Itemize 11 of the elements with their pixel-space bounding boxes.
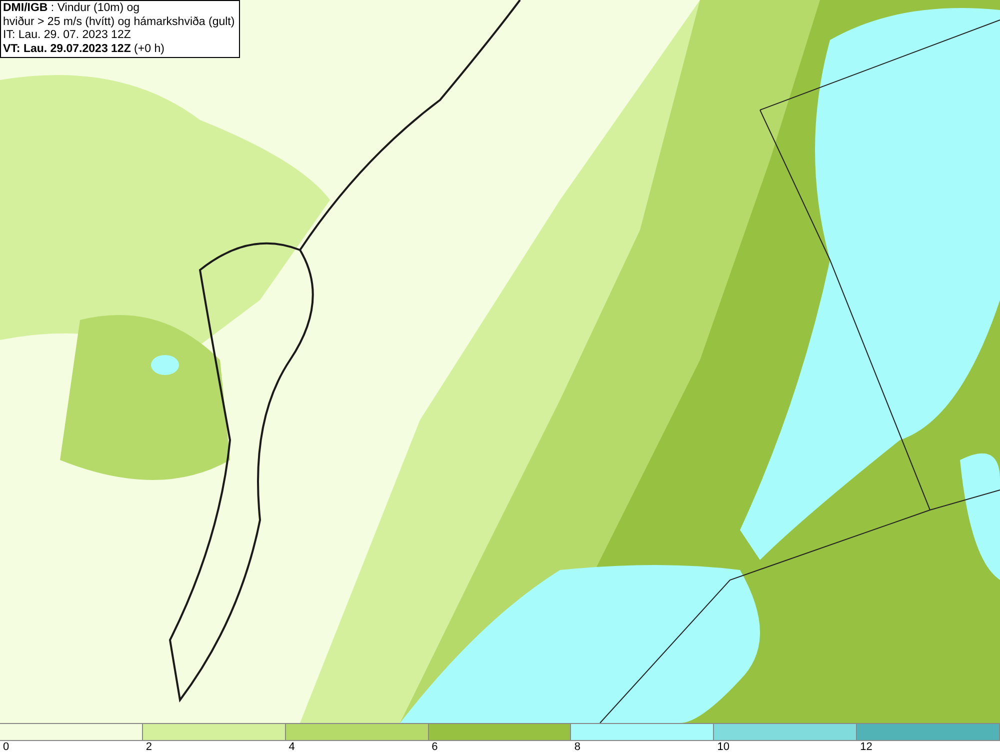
legend-label: 10: [717, 741, 730, 753]
caption-line: IT: Lau. 29. 07. 2023 12Z: [3, 29, 131, 41]
caption-line: DMI/IGB : Vindur (10m) og: [3, 2, 140, 14]
legend-label: 8: [574, 741, 581, 753]
legend-label: 0: [3, 741, 10, 753]
legend-label: 4: [288, 741, 295, 753]
legend-label: 12: [860, 741, 872, 753]
caption-line: VT: Lau. 29.07.2023 12Z (+0 h): [3, 42, 164, 54]
legend-label: 6: [432, 741, 438, 753]
legend-label: 2: [146, 741, 152, 753]
caption-line: hviður > 25 m/s (hvítt) og hámarkshviða (gult): [3, 16, 235, 28]
